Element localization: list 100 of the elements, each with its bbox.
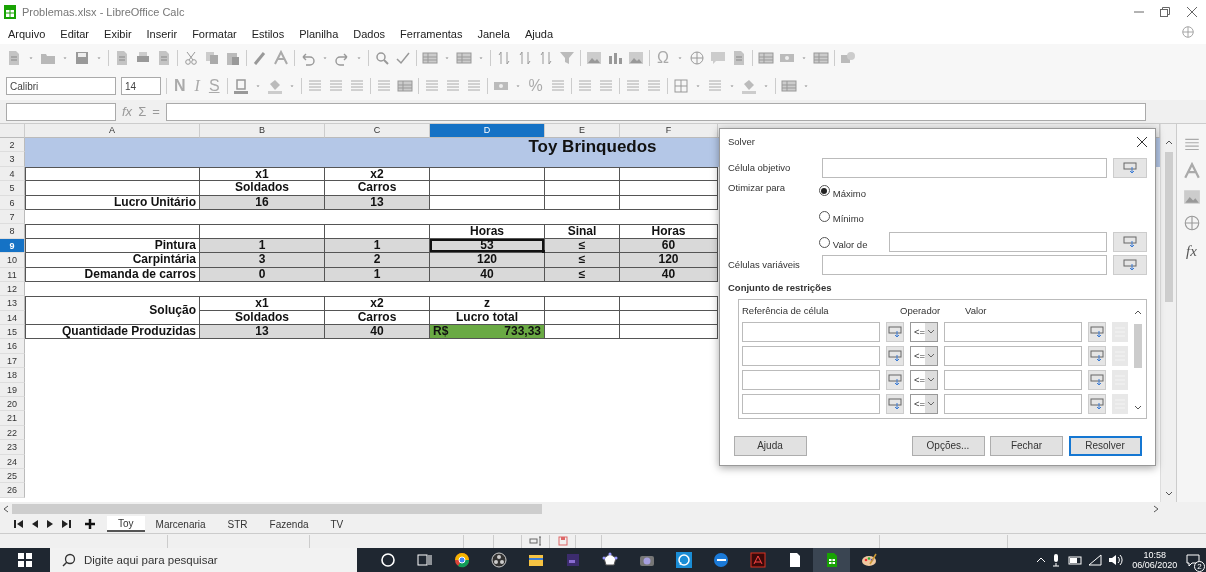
image-icon[interactable] <box>1182 188 1201 206</box>
dialog-button[interactable]: Fechar <box>990 435 1063 456</box>
align-icon[interactable] <box>465 78 482 94</box>
align-icon[interactable] <box>549 78 566 94</box>
add-sheet-icon[interactable] <box>84 518 96 530</box>
table-icon[interactable] <box>757 50 774 66</box>
restore-icon[interactable] <box>1160 7 1170 17</box>
folder-icon[interactable] <box>527 552 544 568</box>
task-view-icon[interactable] <box>416 552 433 568</box>
column-header[interactable]: A <box>25 124 200 138</box>
image-icon[interactable] <box>586 50 602 66</box>
wheel-icon[interactable] <box>453 552 470 568</box>
copy-icon[interactable] <box>204 50 220 66</box>
table-icon[interactable] <box>456 50 472 66</box>
scroll-down-icon[interactable] <box>1164 490 1174 498</box>
name-box[interactable] <box>6 102 116 121</box>
bucket-icon[interactable] <box>740 78 757 94</box>
font-color-icon[interactable] <box>232 78 249 94</box>
operator-dropdown[interactable]: <= <box>910 322 939 342</box>
align-icon[interactable] <box>423 78 440 94</box>
chevron-up-icon[interactable] <box>1035 556 1046 564</box>
operator-dropdown[interactable]: <= <box>910 346 939 366</box>
align-icon[interactable] <box>576 78 593 94</box>
battery-icon[interactable] <box>1066 554 1083 566</box>
menu-item[interactable]: Planilha <box>299 25 339 43</box>
cell-reference-field[interactable] <box>742 370 880 390</box>
column-header[interactable]: F <box>620 124 718 138</box>
constraint-value-field[interactable] <box>944 346 1083 366</box>
column-header[interactable]: C <box>325 124 430 138</box>
shrink-button[interactable] <box>1088 322 1107 342</box>
browser-icon[interactable] <box>712 552 729 568</box>
globe-icon[interactable] <box>688 50 705 66</box>
chat-icon[interactable] <box>675 552 692 568</box>
close-icon[interactable] <box>1137 137 1147 147</box>
funnel-icon[interactable] <box>559 50 575 66</box>
brush-icon[interactable] <box>252 50 268 66</box>
menu-item[interactable]: Dados <box>353 25 386 43</box>
sort-icon[interactable] <box>538 50 554 66</box>
scroll-down-icon[interactable] <box>1133 404 1143 412</box>
notifications-button[interactable]: 2 <box>1180 548 1206 572</box>
sheet-tab[interactable]: Toy <box>107 516 145 532</box>
bucket-icon[interactable] <box>266 78 283 94</box>
column-header[interactable]: E <box>545 124 620 138</box>
search-icon[interactable] <box>374 50 390 66</box>
sort-icon[interactable] <box>517 50 533 66</box>
operator-dropdown[interactable]: <= <box>910 394 939 414</box>
menu-item[interactable]: Estilos <box>251 25 285 43</box>
bar-chart-icon[interactable] <box>607 50 623 66</box>
operator-dropdown[interactable]: <= <box>910 370 939 390</box>
font-name-field[interactable]: Calibri <box>6 77 116 95</box>
scissors-icon[interactable] <box>183 50 199 66</box>
row-header[interactable]: 3 <box>0 152 25 167</box>
menu-item[interactable]: Arquivo <box>8 25 46 43</box>
font-size-field[interactable]: 14 <box>121 77 161 95</box>
table-icon[interactable] <box>396 78 413 94</box>
menu-item[interactable]: Ferramentas <box>400 25 463 43</box>
target-cell-field[interactable] <box>822 157 1107 178</box>
menu-item[interactable]: Inserir <box>146 25 178 43</box>
image-icon[interactable] <box>628 50 644 66</box>
dialog-button[interactable]: Opções... <box>911 435 985 456</box>
align-icon[interactable] <box>706 78 723 94</box>
row-header[interactable]: 21 <box>0 411 25 426</box>
pdf-reader-icon[interactable] <box>749 552 766 568</box>
borders-icon[interactable] <box>672 78 689 94</box>
row-header[interactable]: 2 <box>0 138 25 153</box>
first-sheet-icon[interactable] <box>14 519 24 529</box>
scrollbar-thumb[interactable] <box>1134 324 1142 368</box>
column-header[interactable]: D <box>430 124 545 138</box>
cell-reference-field[interactable] <box>742 394 880 414</box>
align-icon[interactable] <box>444 78 461 94</box>
row-header[interactable]: 18 <box>0 368 25 383</box>
pentagon-icon[interactable] <box>601 552 618 568</box>
pen-icon[interactable] <box>273 50 289 66</box>
formula-input[interactable] <box>165 102 1146 121</box>
scrollbar-thumb[interactable] <box>1165 152 1173 302</box>
header-corner[interactable] <box>0 124 25 138</box>
sheet-tab[interactable]: STR <box>216 516 259 532</box>
constraint-value-field[interactable] <box>944 394 1083 414</box>
menu-item[interactable]: Formatar <box>192 25 237 43</box>
globe-icon[interactable] <box>1181 24 1195 39</box>
microphone-icon[interactable] <box>1051 553 1062 567</box>
scroll-up-icon[interactable] <box>1164 138 1174 146</box>
sheet-tab[interactable]: Marcenaria <box>144 516 217 532</box>
volume-icon[interactable] <box>1107 554 1124 566</box>
shrink-button[interactable] <box>1088 346 1107 366</box>
align-icon[interactable] <box>624 78 641 94</box>
taskbar-search-field[interactable]: Digite aqui para pesquisar <box>50 548 357 572</box>
shrink-button[interactable] <box>1088 370 1107 390</box>
table-icon[interactable] <box>812 50 829 66</box>
scrollbar-thumb[interactable] <box>12 503 542 514</box>
align-icon[interactable] <box>327 78 344 94</box>
comment-icon[interactable] <box>709 50 726 66</box>
pen-icon[interactable] <box>1182 162 1201 180</box>
shrink-button[interactable] <box>886 322 904 342</box>
dialog-button[interactable]: Resolver <box>1068 435 1142 456</box>
shrink-button[interactable] <box>886 370 904 390</box>
column-header[interactable]: B <box>200 124 325 138</box>
ring-icon[interactable] <box>379 552 396 568</box>
dialog-button[interactable]: Ajuda <box>733 435 807 456</box>
row-header[interactable]: 20 <box>0 397 25 412</box>
